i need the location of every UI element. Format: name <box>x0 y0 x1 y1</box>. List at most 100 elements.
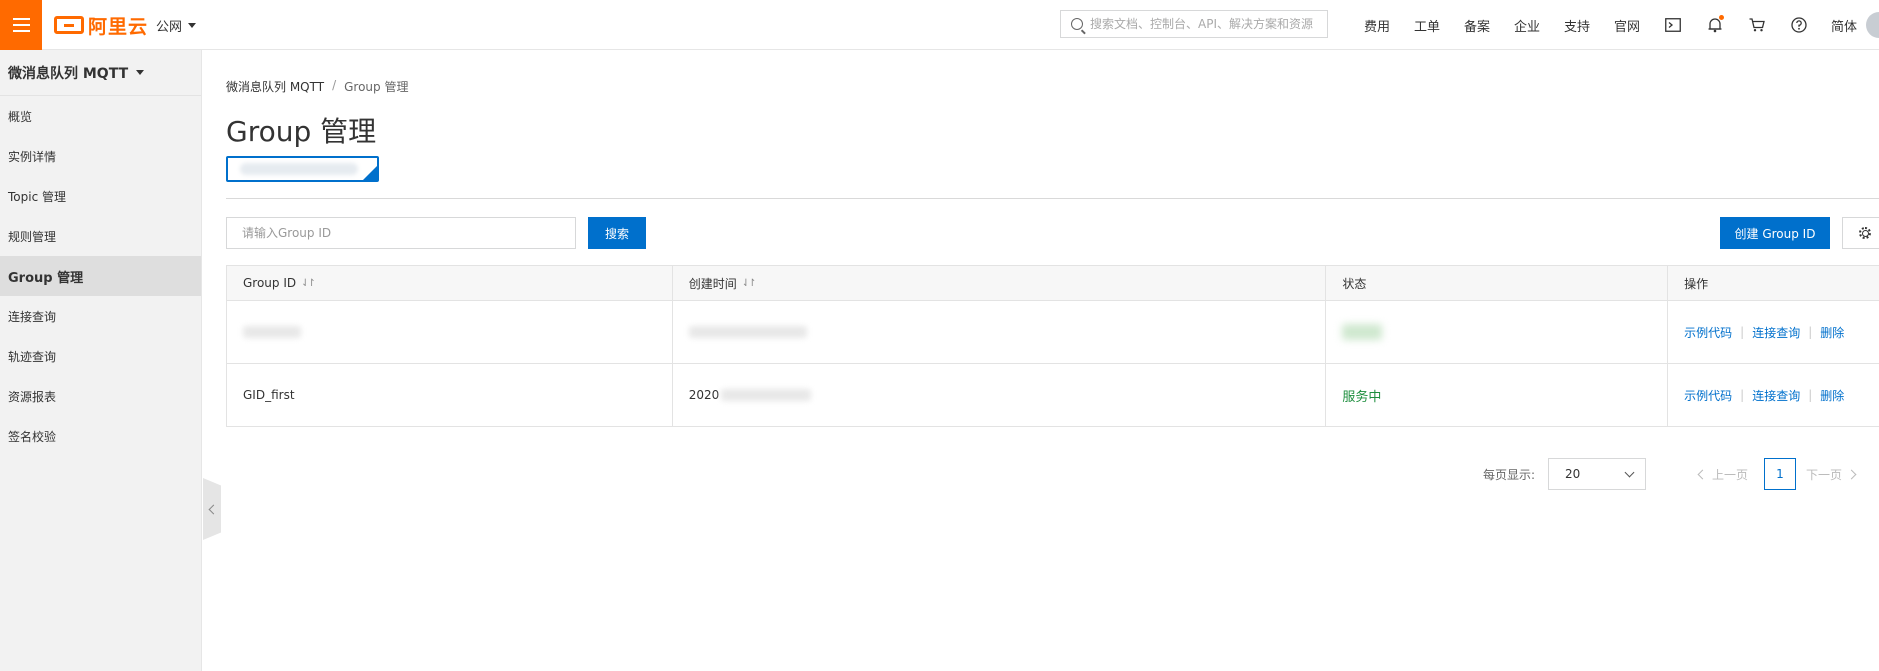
chevron-left-icon <box>208 504 219 514</box>
sidebar-item-connections[interactable]: 连接查询 <box>0 296 201 336</box>
delete-link[interactable]: 删除 <box>1820 387 1844 404</box>
product-title: 微消息队列 MQTT <box>8 65 129 82</box>
connection-query-link[interactable]: 连接查询 <box>1752 387 1800 404</box>
sidebar-item-label: 轨迹查询 <box>8 349 57 364</box>
section-divider <box>226 198 1879 199</box>
page-title: Group 管理 <box>226 115 377 148</box>
nav-fees[interactable]: 费用 <box>1352 16 1402 35</box>
action-separator: | <box>1740 325 1745 339</box>
cell-text: 2020 <box>688 388 720 402</box>
sidebar-item-label: Topic 管理 <box>8 189 66 204</box>
aliyun-logo[interactable]: 阿里云 <box>54 13 148 38</box>
sidebar-item-signature[interactable]: 签名校验 <box>0 416 201 456</box>
table-header-row: Group ID ⇃↾ 创建时间 ⇃↾ 状态 操作 <box>227 266 1879 301</box>
product-sidebar: 微消息队列 MQTT 概览 实例详情 Topic 管理 规则管理 Group 管… <box>0 50 202 671</box>
redacted-timestamp <box>721 389 812 401</box>
main-content: 微消息队列 MQTT / Group 管理 Group 管理 搜索 创建 Gro… <box>226 50 1879 671</box>
sidebar-item-label: 规则管理 <box>8 229 57 244</box>
top-navigation-bar: 阿里云 公网 费用 工单 备案 企业 支持 官网 简体 <box>0 0 1879 50</box>
instance-selector-tab[interactable] <box>226 156 379 182</box>
cell-created <box>673 301 1327 363</box>
caret-down-icon <box>136 70 145 75</box>
region-label: 公网 <box>156 20 183 35</box>
column-header-group-id[interactable]: Group ID ⇃↾ <box>227 266 673 300</box>
cell-status <box>1326 301 1669 363</box>
status-badge: 服务中 <box>1342 389 1382 405</box>
sort-icon[interactable]: ⇃↾ <box>742 278 757 289</box>
sidebar-item-reports[interactable]: 资源报表 <box>0 376 201 416</box>
gear-icon <box>1859 227 1871 239</box>
page-size-select[interactable]: 20 <box>1548 458 1646 490</box>
selected-check-icon <box>362 165 378 181</box>
language-switch[interactable]: 简体 <box>1820 16 1868 35</box>
nav-icp[interactable]: 备案 <box>1452 16 1502 35</box>
notification-dot <box>1719 15 1724 20</box>
table-row: GID_first 2020 服务中 示例代码 | 连接查询 | 删除 <box>227 364 1879 427</box>
breadcrumb-separator: / <box>332 78 337 92</box>
nav-official-site[interactable]: 官网 <box>1602 16 1652 35</box>
sort-icon[interactable]: ⇃↾ <box>301 278 316 289</box>
nav-tickets[interactable]: 工单 <box>1402 16 1452 35</box>
nav-enterprise[interactable]: 企业 <box>1502 16 1552 35</box>
search-button[interactable]: 搜索 <box>588 217 646 249</box>
redacted-status <box>1342 324 1383 340</box>
sidebar-item-label: Group 管理 <box>8 270 84 286</box>
global-search-input[interactable] <box>1090 17 1320 31</box>
table-settings-button[interactable] <box>1842 217 1879 249</box>
cell-actions: 示例代码 | 连接查询 | 删除 <box>1668 364 1879 426</box>
group-id-search-input[interactable] <box>226 217 576 249</box>
global-search[interactable] <box>1060 10 1328 38</box>
column-header-created[interactable]: 创建时间 ⇃↾ <box>672 266 1327 300</box>
terminal-icon[interactable] <box>1652 0 1694 50</box>
caret-down-icon <box>188 23 197 28</box>
chevron-right-icon <box>1846 469 1857 479</box>
sample-code-link[interactable]: 示例代码 <box>1684 324 1732 341</box>
sidebar-collapse-toggle[interactable] <box>203 478 221 540</box>
sidebar-item-label: 实例详情 <box>8 149 57 164</box>
product-switcher[interactable]: 微消息队列 MQTT <box>0 50 201 96</box>
page-number-current[interactable]: 1 <box>1764 458 1796 490</box>
sidebar-item-trace[interactable]: 轨迹查询 <box>0 336 201 376</box>
nav-support[interactable]: 支持 <box>1552 16 1602 35</box>
column-label: 操作 <box>1684 276 1709 291</box>
action-separator: | <box>1740 388 1745 402</box>
prev-page-button[interactable]: 上一页 <box>1697 458 1749 490</box>
sample-code-link[interactable]: 示例代码 <box>1684 387 1732 404</box>
cell-group-id <box>227 301 673 363</box>
chevron-down-icon <box>1624 467 1635 477</box>
connection-query-link[interactable]: 连接查询 <box>1752 324 1800 341</box>
action-separator: | <box>1808 325 1813 339</box>
help-icon[interactable] <box>1778 0 1820 50</box>
sidebar-item-topic[interactable]: Topic 管理 <box>0 176 201 216</box>
sidebar-item-overview[interactable]: 概览 <box>0 96 201 136</box>
cell-actions: 示例代码 | 连接查询 | 删除 <box>1668 301 1879 363</box>
next-page-button[interactable]: 下一页 <box>1806 458 1857 490</box>
cart-icon[interactable] <box>1736 0 1778 50</box>
breadcrumb-product[interactable]: 微消息队列 MQTT <box>226 78 324 95</box>
action-separator: | <box>1808 388 1813 402</box>
column-label: Group ID <box>243 276 297 290</box>
sidebar-item-label: 概览 <box>8 109 33 124</box>
hamburger-menu-icon[interactable] <box>0 0 42 50</box>
group-table: Group ID ⇃↾ 创建时间 ⇃↾ 状态 操作 示例代码 | 连接查询 | 删除 G… <box>226 265 1879 427</box>
redacted-timestamp <box>688 326 807 338</box>
sidebar-item-instance-details[interactable]: 实例详情 <box>0 136 201 176</box>
prev-page-label: 上一页 <box>1712 467 1749 482</box>
create-group-id-button[interactable]: 创建 Group ID <box>1720 217 1830 249</box>
top-nav-links: 费用 工单 备案 企业 支持 官网 简体 <box>1352 0 1868 50</box>
search-icon <box>1071 18 1083 30</box>
cell-text: GID_first <box>243 388 295 402</box>
breadcrumb-current: Group 管理 <box>344 80 409 94</box>
page-size-label: 每页显示: <box>1483 467 1536 482</box>
redacted-group-id <box>243 326 301 338</box>
table-row: 示例代码 | 连接查询 | 删除 <box>227 301 1879 364</box>
column-label: 状态 <box>1342 276 1367 291</box>
chevron-left-icon <box>1697 469 1708 479</box>
sidebar-item-label: 签名校验 <box>8 429 57 444</box>
region-selector[interactable]: 公网 <box>156 16 197 35</box>
sidebar-item-rules[interactable]: 规则管理 <box>0 216 201 256</box>
column-label: 创建时间 <box>688 276 737 291</box>
delete-link[interactable]: 删除 <box>1820 324 1844 341</box>
bell-icon[interactable] <box>1694 0 1736 50</box>
sidebar-item-group[interactable]: Group 管理 <box>0 256 201 296</box>
